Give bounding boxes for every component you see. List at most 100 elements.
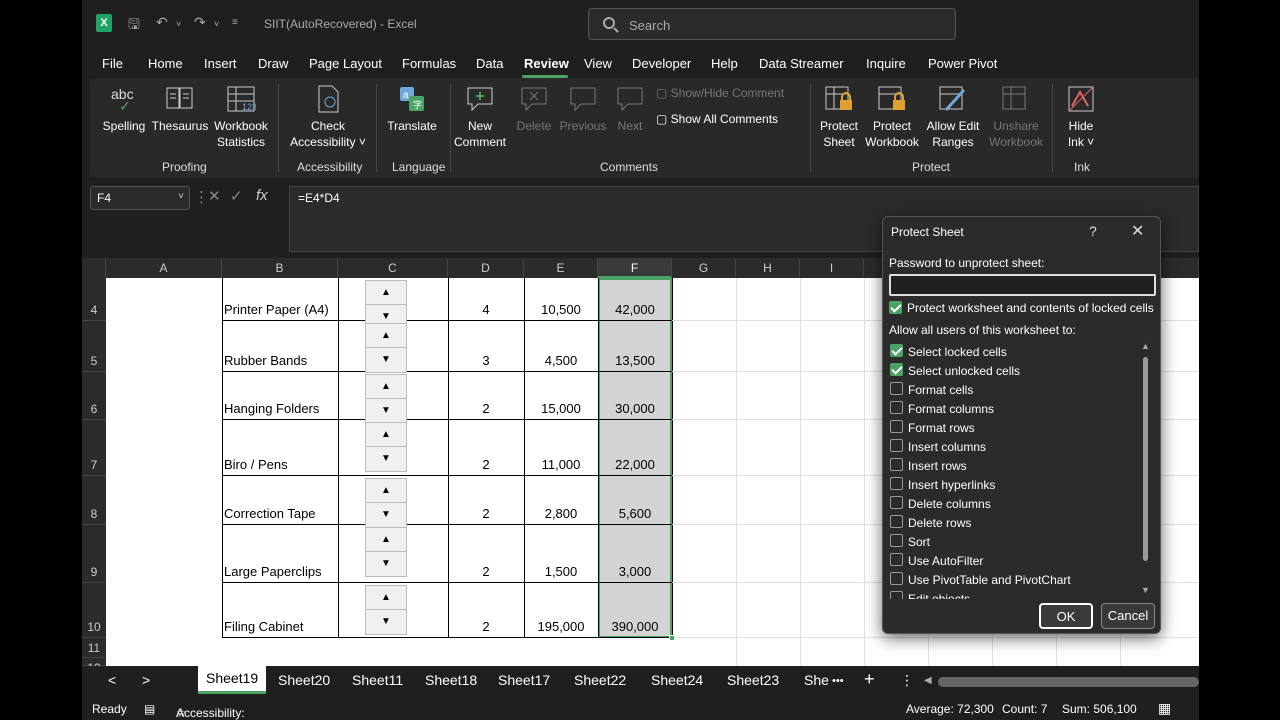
protect-workbook-button[interactable]: Protect Workbook [862, 84, 922, 150]
ok-button[interactable]: OK [1039, 603, 1093, 629]
undo-icon[interactable]: ↶ [156, 14, 168, 31]
help-icon[interactable]: ? [1089, 223, 1097, 239]
sheet-tab-sheet19[interactable]: Sheet19 [198, 666, 267, 694]
sheet-tab-she[interactable]: She [804, 672, 829, 688]
horizontal-scrollbar[interactable] [938, 677, 1199, 687]
quantity-cell[interactable]: 3 [448, 353, 524, 368]
permission-checkbox[interactable] [890, 382, 903, 395]
permission-checkbox[interactable] [890, 477, 903, 490]
column-header-h[interactable]: H [736, 258, 800, 278]
sheet-tab-sheet24[interactable]: Sheet24 [651, 672, 703, 688]
permission-checkbox[interactable] [890, 344, 903, 357]
tab-draw[interactable]: Draw [258, 56, 288, 71]
total-cell[interactable]: 42,000 [598, 302, 672, 317]
translate-button[interactable]: a字 Translate [384, 84, 440, 134]
permission-checkbox[interactable] [890, 439, 903, 452]
quantity-cell[interactable]: 2 [448, 564, 524, 579]
name-box-input[interactable] [91, 187, 171, 209]
spin-down-arrow-icon[interactable]: ▼ [366, 348, 406, 372]
sheet-tab-sheet22[interactable]: Sheet22 [574, 672, 626, 688]
permission-checkbox[interactable] [890, 458, 903, 471]
quantity-cell[interactable]: 2 [448, 401, 524, 416]
permission-item[interactable]: Delete rows [889, 514, 1137, 533]
show-hide-comment-button[interactable]: ▢ Show/Hide Comment [656, 86, 784, 100]
next-comment-button[interactable]: Next [612, 84, 648, 134]
unshare-workbook-button[interactable]: Unshare Workbook [986, 84, 1046, 150]
permission-item[interactable]: Insert rows [889, 457, 1137, 476]
permission-checkbox[interactable] [890, 363, 903, 376]
add-sheet-icon[interactable]: + [864, 669, 875, 690]
sheet-tab-sheet17[interactable]: Sheet17 [498, 672, 550, 688]
sheet-options-icon[interactable]: ⋮ [900, 672, 914, 689]
spin-up-arrow-icon[interactable]: ▲ [366, 375, 406, 399]
item-cell[interactable]: Correction Tape [224, 506, 338, 521]
cancel-entry-icon[interactable]: ✕ [208, 187, 221, 205]
more-options-icon[interactable]: ⋮ [194, 188, 209, 206]
tab-formulas[interactable]: Formulas [402, 56, 456, 71]
column-header-c[interactable]: C [338, 258, 448, 278]
spin-down-arrow-icon[interactable]: ▼ [366, 399, 406, 423]
row-header-6[interactable]: 6 [82, 372, 106, 420]
item-cell[interactable]: Biro / Pens [224, 457, 338, 472]
permission-item[interactable]: Insert columns [889, 438, 1137, 457]
item-cell[interactable]: Hanging Folders [224, 401, 338, 416]
permission-checkbox[interactable] [890, 515, 903, 528]
permission-checkbox[interactable] [890, 553, 903, 566]
price-cell[interactable]: 2,800 [524, 506, 598, 521]
sheet-tab-sheet18[interactable]: Sheet18 [425, 672, 477, 688]
workbook-statistics-button[interactable]: 123 Workbook Statistics [210, 84, 272, 150]
column-header-d[interactable]: D [448, 258, 524, 278]
quantity-spinner[interactable]: ▲ ▼ [365, 585, 407, 635]
spin-down-arrow-icon[interactable]: ▼ [366, 552, 406, 576]
price-cell[interactable]: 1,500 [524, 564, 598, 579]
spin-up-arrow-icon[interactable]: ▲ [366, 586, 406, 610]
permission-checkbox[interactable] [890, 591, 903, 599]
quantity-cell[interactable]: 2 [448, 619, 524, 634]
row-header-7[interactable]: 7 [82, 420, 106, 476]
permission-checkbox[interactable] [890, 496, 903, 509]
total-cell[interactable]: 30,000 [598, 401, 672, 416]
quantity-spinner[interactable]: ▲ ▼ [365, 323, 407, 373]
spin-down-arrow-icon[interactable]: ▼ [366, 503, 406, 527]
save-icon[interactable]: 🖫 [128, 14, 140, 38]
column-header-f[interactable]: F [598, 258, 672, 278]
cancel-button[interactable]: Cancel [1101, 603, 1155, 629]
protect-contents-checkbox[interactable] [889, 301, 902, 314]
price-cell[interactable]: 11,000 [524, 457, 598, 472]
spin-up-arrow-icon[interactable]: ▲ [366, 528, 406, 552]
spin-up-arrow-icon[interactable]: ▲ [366, 281, 406, 305]
chevron-down-icon[interactable]: ˅ [178, 191, 184, 202]
hide-ink-button[interactable]: Hide Ink ˅ [1060, 84, 1102, 150]
macro-record-icon[interactable]: ▤ [144, 702, 155, 716]
total-cell[interactable]: 13,500 [598, 353, 672, 368]
permissions-scrollbar[interactable]: ▲ ▼ [1139, 341, 1153, 599]
row-header-9[interactable]: 9 [82, 525, 106, 583]
permission-item[interactable]: Format columns [889, 400, 1137, 419]
permission-item[interactable]: Insert hyperlinks [889, 476, 1137, 495]
total-cell[interactable]: 5,600 [598, 506, 672, 521]
permissions-list[interactable]: Select locked cells Select unlocked cells… [889, 341, 1154, 599]
tab-page-layout[interactable]: Page Layout [309, 56, 382, 71]
delete-comment-button[interactable]: Delete [512, 84, 556, 134]
tab-help[interactable]: Help [711, 56, 738, 71]
quantity-spinner[interactable]: ▲ ▼ [365, 527, 407, 577]
spin-down-arrow-icon[interactable]: ▼ [366, 610, 406, 634]
column-header-b[interactable]: B [222, 258, 338, 278]
allow-edit-ranges-button[interactable]: Allow Edit Ranges [924, 84, 982, 150]
tab-data[interactable]: Data [476, 56, 503, 71]
item-cell[interactable]: Printer Paper (A4) [224, 302, 338, 317]
permission-item[interactable]: Sort [889, 533, 1137, 552]
more-sheets-icon[interactable]: ••• [832, 675, 844, 687]
thesaurus-button[interactable]: Thesaurus [150, 84, 210, 134]
quantity-cell[interactable]: 2 [448, 506, 524, 521]
check-accessibility-button[interactable]: Check Accessibility ˅ [288, 84, 368, 150]
prev-sheet-icon[interactable]: < [108, 672, 116, 688]
row-header-11[interactable]: 11 [82, 638, 106, 658]
row-header-4[interactable]: 4 [82, 278, 106, 321]
permission-checkbox[interactable] [890, 420, 903, 433]
enter-entry-icon[interactable]: ✓ [230, 187, 243, 205]
row-header-8[interactable]: 8 [82, 476, 106, 525]
total-cell[interactable]: 3,000 [598, 564, 672, 579]
tab-view[interactable]: View [584, 56, 612, 71]
price-cell[interactable]: 195,000 [524, 619, 598, 634]
